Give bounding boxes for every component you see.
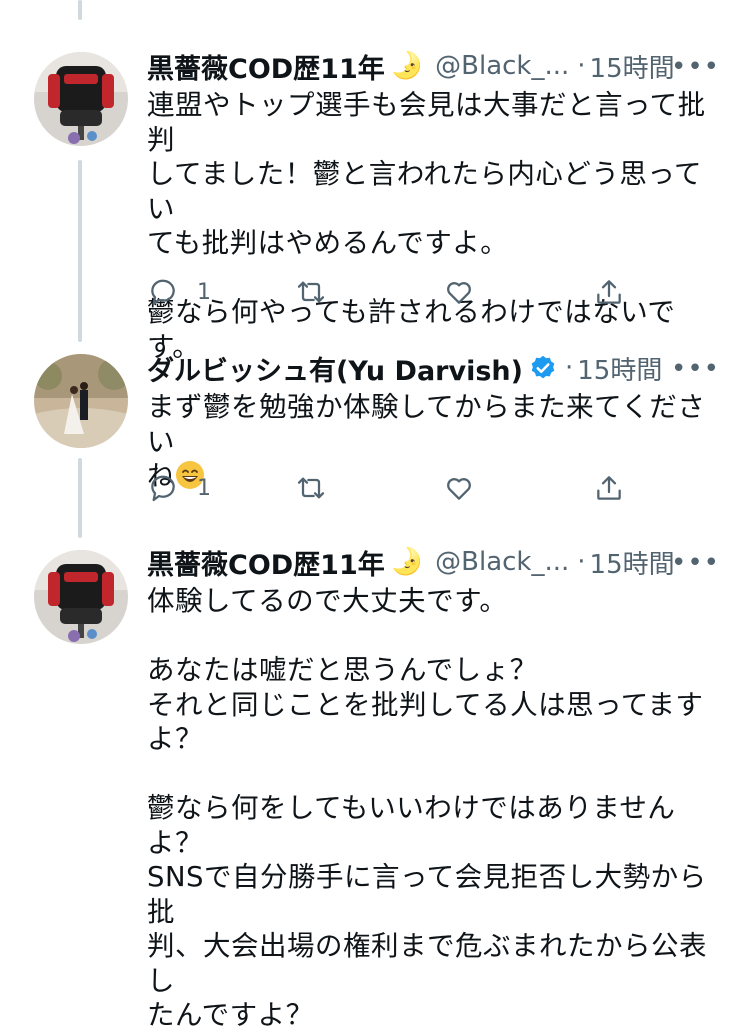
- tweet-text: 体験してるので大丈夫です。 あなたは嘘だと思うんでしょ？ それと同じことを批判し…: [147, 584, 720, 1033]
- tweet-actions: 1: [147, 472, 647, 508]
- handle[interactable]: @Black_...: [435, 547, 569, 577]
- avatar[interactable]: [34, 52, 128, 146]
- like-icon: [447, 282, 471, 304]
- like-button[interactable]: [443, 472, 475, 504]
- share-button[interactable]: [593, 276, 625, 308]
- reply-icon: [151, 475, 175, 502]
- crescent-moon-emoji: 🌛: [390, 51, 424, 81]
- reply-icon: [151, 279, 175, 306]
- tweet-header: ダルビッシュ有(Yu Darvish) · 15時間: [147, 349, 720, 388]
- more-options-icon[interactable]: •••: [671, 52, 720, 82]
- display-name[interactable]: ダルビッシュ有(Yu Darvish): [147, 349, 523, 388]
- verified-badge-icon: [531, 355, 555, 379]
- retweet-icon: [297, 477, 325, 499]
- text-line: たんですよ？: [147, 999, 314, 1031]
- previous-tweet-actions: [147, 0, 667, 8]
- retweet-button[interactable]: [295, 276, 327, 308]
- text-line: まず鬱を勉強か体験してからまた来てくださ い: [147, 391, 706, 458]
- share-button[interactable]: [593, 472, 625, 504]
- text-line: SNSで自分勝手に言って会見拒否し大勢から批: [147, 861, 707, 928]
- handle[interactable]: @Black_...: [435, 51, 569, 81]
- thread-line-1: [78, 160, 82, 342]
- share-icon: [597, 476, 621, 500]
- reply-count: 1: [197, 279, 211, 305]
- text-line: 連盟やトップ選手も会見は大事だと言って批判: [147, 89, 706, 156]
- like-button[interactable]: [443, 276, 475, 308]
- text-line: 判、大会出場の権利まで危ぶまれたから公表し: [147, 930, 707, 997]
- text-line: してました！鬱と言われたら内心どう思ってい: [147, 158, 703, 225]
- text-line: 体験してるので大丈夫です。: [147, 585, 508, 617]
- reply-button[interactable]: 1: [147, 276, 211, 308]
- more-options-icon[interactable]: •••: [671, 354, 720, 384]
- like-icon: [447, 478, 471, 500]
- retweet-icon: [297, 281, 325, 303]
- avatar[interactable]: [34, 550, 128, 644]
- share-icon: [597, 280, 621, 304]
- thread-line-top: [78, 0, 82, 20]
- reply-button[interactable]: 1: [147, 472, 211, 504]
- tweet-header: 黒薔薇COD歴11年 🌛 @Black_... · 15時間: [147, 47, 720, 86]
- timestamp[interactable]: 15時間: [590, 48, 675, 85]
- tweet-text: 連盟やトップ選手も会見は大事だと言って批判 してました！鬱と言われたら内心どう思…: [147, 88, 720, 364]
- more-options-icon[interactable]: •••: [671, 548, 720, 578]
- retweet-button[interactable]: [295, 472, 327, 504]
- display-name[interactable]: 黒薔薇COD歴11年: [147, 543, 385, 582]
- text-line: よ？: [147, 723, 203, 755]
- avatar[interactable]: [34, 354, 128, 448]
- thread-line-2: [78, 458, 82, 538]
- separator-dot: ·: [577, 51, 586, 81]
- timestamp[interactable]: 15時間: [590, 544, 675, 581]
- text-line: それと同じことを批判してる人は思ってます: [147, 688, 704, 721]
- text-line: 鬱なら何をしてもいいわけではありませんよ？: [147, 792, 676, 859]
- reply-count: 1: [197, 475, 211, 501]
- display-name[interactable]: 黒薔薇COD歴11年: [147, 47, 385, 86]
- crescent-moon-emoji: 🌛: [390, 547, 424, 577]
- text-line: ても批判はやめるんですよ。: [147, 227, 509, 259]
- separator-dot: ·: [577, 547, 586, 577]
- text-line: あなたは嘘だと思うんでしょ？: [147, 654, 538, 686]
- tweet-actions: 1: [147, 276, 647, 312]
- separator-dot: ·: [564, 353, 574, 383]
- tweet-header: 黒薔薇COD歴11年 🌛 @Black_... · 15時間: [147, 543, 720, 582]
- timestamp[interactable]: 15時間: [577, 350, 662, 387]
